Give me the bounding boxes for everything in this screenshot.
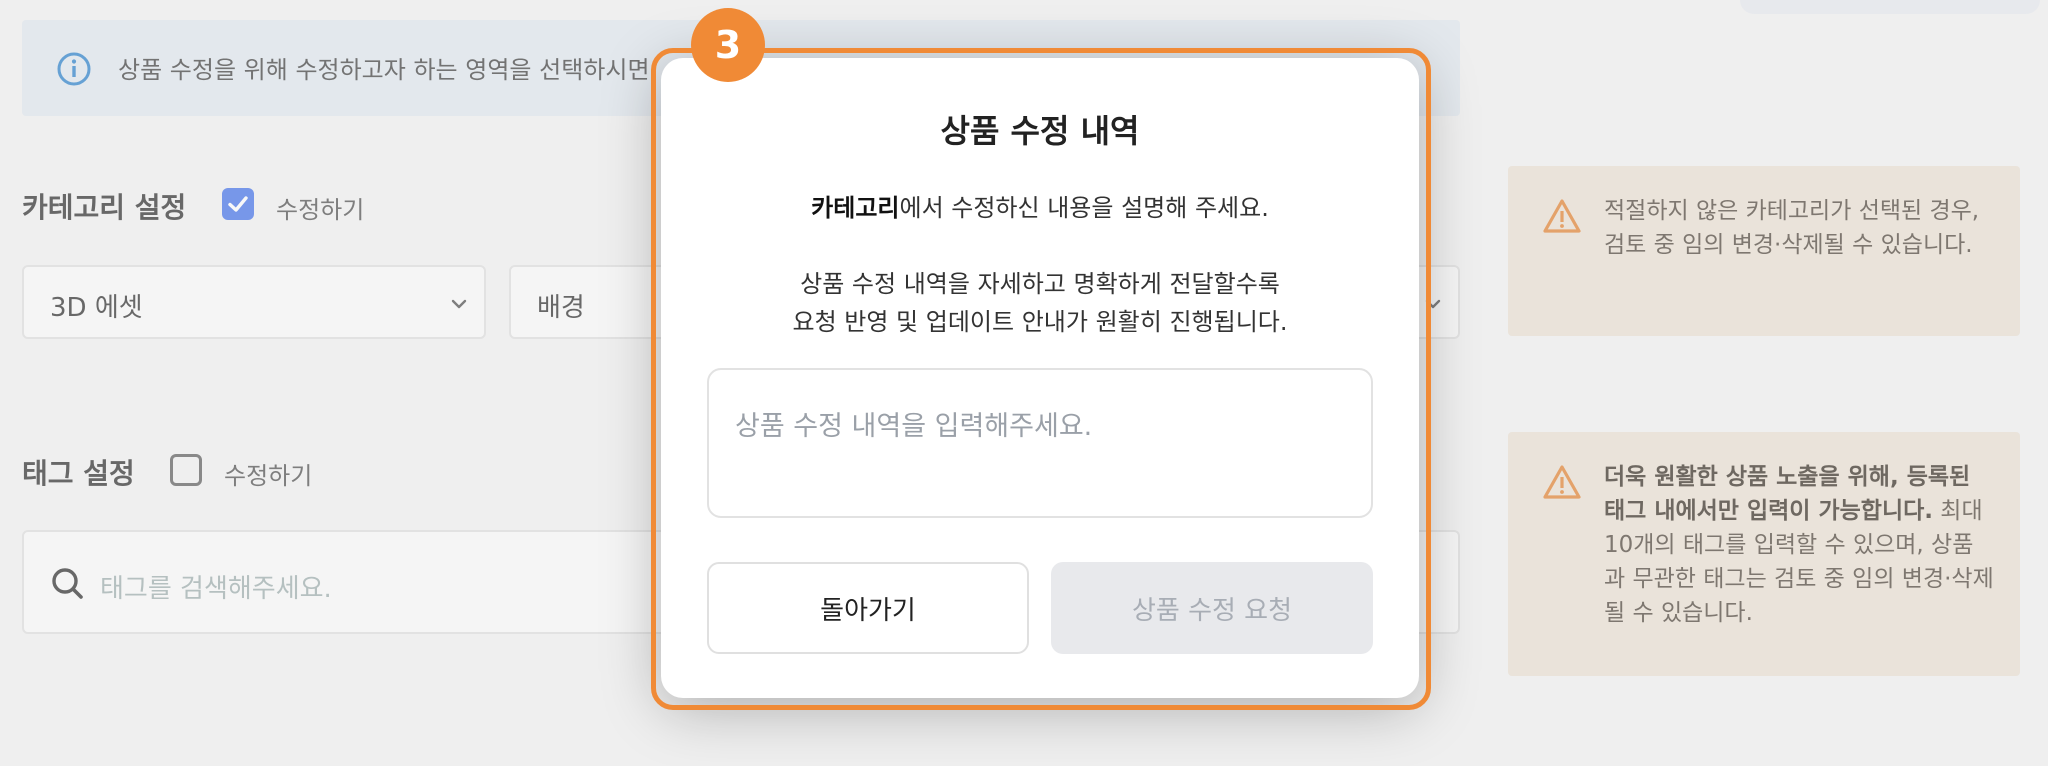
step-badge: 3 <box>691 8 765 82</box>
tutorial-highlight-frame <box>651 48 1431 710</box>
